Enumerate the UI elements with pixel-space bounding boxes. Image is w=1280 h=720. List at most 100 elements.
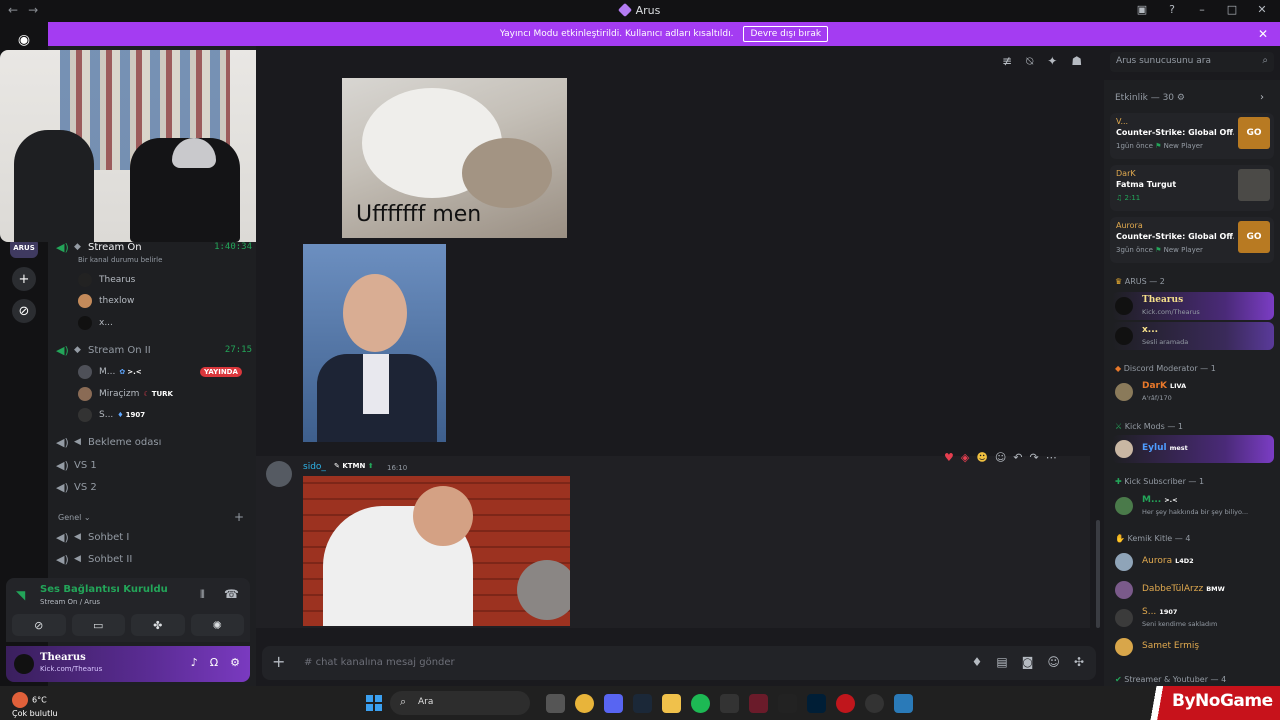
category-genel[interactable]: Genel ⌄: [58, 513, 91, 522]
activity-card[interactable]: DarK Fatma Turgut ♫ 2:11: [1110, 165, 1274, 211]
start-button-icon[interactable]: [366, 695, 382, 711]
discord-home-icon[interactable]: ◉: [12, 28, 36, 52]
voice-member[interactable]: M... ✿ >.<: [78, 363, 142, 381]
steam-icon[interactable]: [633, 694, 652, 713]
emoji-icon[interactable]: ☺: [1047, 655, 1060, 669]
spotify-icon[interactable]: [691, 694, 710, 713]
chat-scrollbar[interactable]: [1096, 520, 1100, 628]
voice-channel-stream-on-ii[interactable]: ◀) ◆ Stream On II 27:15: [56, 340, 252, 360]
chevron-right-icon[interactable]: ›: [1260, 92, 1264, 103]
voice-member[interactable]: Thearus: [78, 271, 135, 289]
member-name: Aurora: [1142, 556, 1173, 566]
channel-status-prompt[interactable]: Bir kanal durumu belirle: [78, 256, 162, 264]
minimize-button[interactable]: –: [1194, 3, 1210, 16]
apps-icon[interactable]: ✣: [1074, 655, 1084, 669]
member-aurora[interactable]: Aurora L4D2: [1112, 548, 1274, 576]
voice-channel-sohbet1[interactable]: ◀) ◀ Sohbet I: [56, 527, 252, 547]
avatar: [1115, 497, 1133, 515]
member-name-wrap: DarK LIVA: [1142, 381, 1186, 391]
forward-icon[interactable]: ↷: [1030, 451, 1039, 464]
add-channel-icon[interactable]: +: [234, 510, 244, 524]
voice-member[interactable]: thexlow: [78, 292, 134, 310]
member-thearus[interactable]: Thearus Kick.com/Thearus: [1112, 292, 1274, 320]
task-view-icon[interactable]: [546, 694, 565, 713]
close-window-button[interactable]: ✕: [1254, 3, 1270, 16]
epic-games-icon[interactable]: [778, 694, 797, 713]
app-icon[interactable]: [836, 694, 855, 713]
member-m[interactable]: M... >.< Her şey hakkında bir şey biliyo.…: [1112, 492, 1274, 520]
member-list-icon[interactable]: ☗: [1071, 54, 1082, 69]
noise-suppression-icon[interactable]: ⦀: [200, 588, 205, 602]
activity-card[interactable]: V... Counter-Strike: Global Off... 1gün …: [1110, 113, 1274, 159]
kick-icon: ✚: [1115, 477, 1122, 486]
member-dabbe[interactable]: DabbeTülArzz BMW: [1112, 576, 1274, 604]
obs-icon[interactable]: [865, 694, 884, 713]
photoshop-icon[interactable]: [807, 694, 826, 713]
mic-icon[interactable]: ♪: [191, 656, 198, 669]
server-search-input[interactable]: Arus sunucusunu ara ⌕: [1110, 52, 1274, 72]
help-icon[interactable]: ?: [1164, 3, 1180, 16]
reply-icon[interactable]: ↶: [1013, 451, 1022, 464]
avatar: [78, 408, 92, 422]
add-reaction-icon[interactable]: ☺: [995, 451, 1006, 464]
more-icon[interactable]: ⋯: [1046, 451, 1057, 464]
sticker-icon[interactable]: ◙: [1022, 655, 1034, 669]
voice-member[interactable]: Miraçizm ☾ TURK: [78, 385, 173, 403]
notifications-muted-icon[interactable]: ⍉: [1026, 54, 1033, 69]
flag-reaction-icon[interactable]: ◈: [961, 451, 969, 464]
voice-member[interactable]: S... ♦ 1907: [78, 406, 145, 424]
voice-channel-vs1[interactable]: ◀) VS 1: [56, 455, 252, 475]
member-x[interactable]: x... Sesli aramada: [1112, 322, 1274, 350]
voice-channel-vs2[interactable]: ◀) VS 2: [56, 477, 252, 497]
message-author-avatar[interactable]: [266, 461, 292, 487]
chef-image[interactable]: [303, 476, 570, 626]
discord-icon[interactable]: [604, 694, 623, 713]
chrome-icon[interactable]: [575, 694, 594, 713]
role-header-kick-mods: ⚔ Kick Mods — 1: [1115, 422, 1183, 431]
banner-close-icon[interactable]: ✕: [1258, 27, 1268, 41]
activities-button[interactable]: ✤: [131, 614, 185, 636]
voice-status[interactable]: Ses Bağlantısı Kuruldu: [40, 584, 168, 595]
voice-location[interactable]: Stream On / Arus: [40, 598, 100, 606]
file-explorer-icon[interactable]: [662, 694, 681, 713]
activity-card[interactable]: Aurora Counter-Strike: Global Off... 3gü…: [1110, 217, 1274, 263]
disconnect-icon[interactable]: ☎: [224, 587, 239, 601]
threads-icon[interactable]: ≢: [1002, 54, 1012, 69]
app-icon[interactable]: [894, 694, 913, 713]
laugh-reaction-icon[interactable]: ☻: [976, 451, 987, 464]
gif-icon[interactable]: ▤: [996, 655, 1007, 669]
member-dark[interactable]: DarK LIVA A'râf/170: [1112, 378, 1274, 406]
voice-channel-bekleme[interactable]: ◀) ◀ Bekleme odası: [56, 432, 252, 452]
user-name[interactable]: Thearus: [40, 652, 86, 663]
gift-icon[interactable]: ♦: [972, 655, 983, 669]
maximize-button[interactable]: □: [1224, 3, 1240, 16]
taskbar-search[interactable]: ⌕ Ara: [390, 691, 530, 715]
user-avatar[interactable]: [14, 654, 34, 674]
member-s[interactable]: S... 1907 Seni kendime sakladım: [1112, 604, 1274, 632]
disable-streamer-mode-button[interactable]: Devre dışı bırak: [743, 26, 829, 42]
voice-channel-sohbet2[interactable]: ◀) ◀ Sohbet II: [56, 549, 252, 569]
add-server-icon[interactable]: +: [12, 267, 36, 291]
weather-widget[interactable]: 6°C Çok bulutlu: [12, 692, 58, 719]
voice-member[interactable]: x...: [78, 314, 113, 332]
app-icon[interactable]: [749, 694, 768, 713]
signal-icon[interactable]: ◥: [16, 588, 25, 602]
message-author[interactable]: sido_: [303, 462, 326, 472]
member-eylul[interactable]: Eylul mest: [1112, 435, 1274, 463]
heart-reaction-icon[interactable]: ♥: [944, 451, 954, 464]
explore-icon[interactable]: ⊘: [12, 299, 36, 323]
capcut-icon[interactable]: [720, 694, 739, 713]
avatar: [78, 273, 92, 287]
screen-share-button[interactable]: ▭: [71, 614, 125, 636]
member-samet[interactable]: Samet Ermiş: [1112, 633, 1274, 661]
camera-off-button[interactable]: ⊘: [12, 614, 66, 636]
man-image[interactable]: [303, 244, 446, 442]
soundboard-button[interactable]: ✺: [190, 614, 244, 636]
pin-icon[interactable]: ✦: [1047, 54, 1057, 69]
settings-gear-icon[interactable]: ⚙: [230, 656, 240, 669]
message-composer[interactable]: + # chat kanalına mesaj gönder ♦ ▤ ◙ ☺ ✣: [262, 646, 1096, 680]
cat-gif-image[interactable]: Ufffffff men: [342, 78, 567, 238]
inbox-icon[interactable]: ▣: [1134, 3, 1150, 16]
headphones-icon[interactable]: Ω: [210, 656, 218, 669]
attach-plus-icon[interactable]: +: [272, 652, 285, 671]
